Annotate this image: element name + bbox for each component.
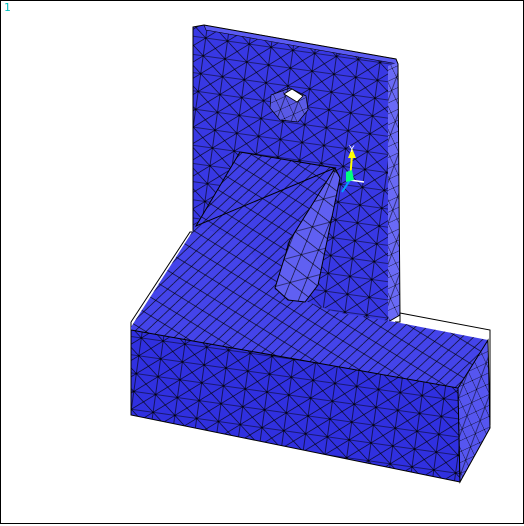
- meshed-model[interactable]: Y: [0, 0, 524, 526]
- triad-y-label: Y: [348, 145, 355, 155]
- graphics-viewport[interactable]: 1 Y: [0, 0, 524, 526]
